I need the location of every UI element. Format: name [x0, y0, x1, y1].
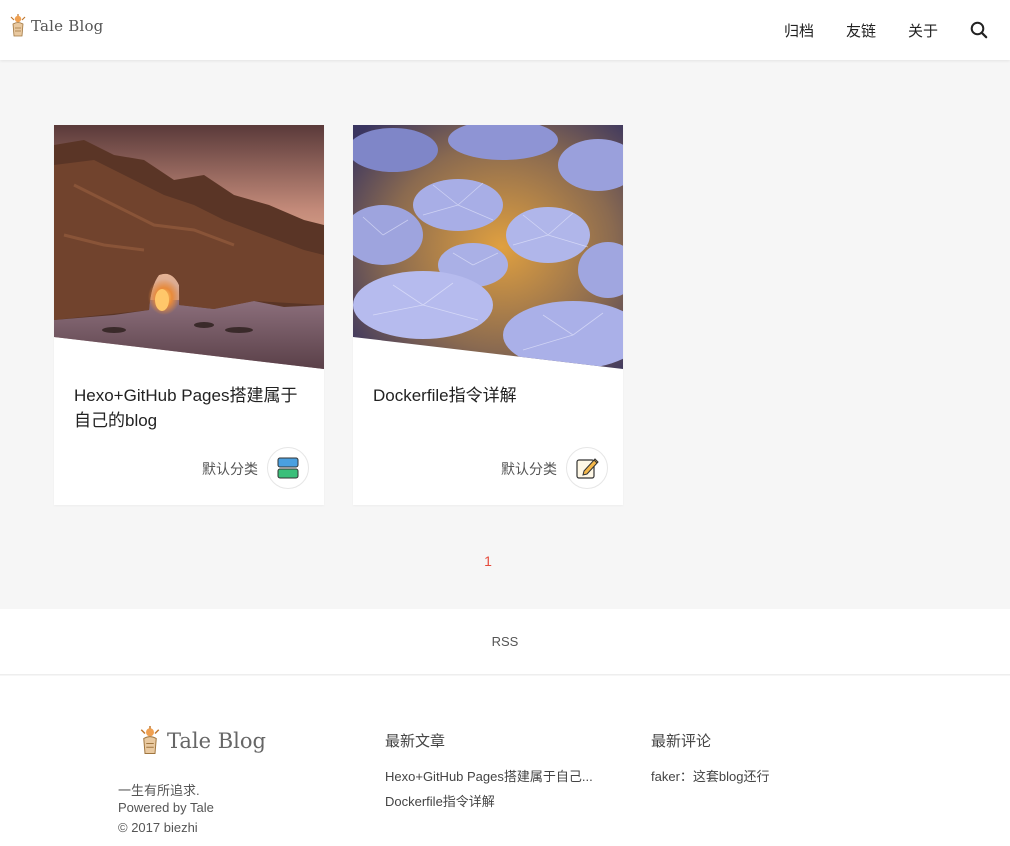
post-category[interactable]: 默认分类 [202, 459, 258, 479]
recent-comment-link[interactable]: faker：这套blog还行 [651, 766, 769, 785]
post-card: Hexo+GitHub Pages搭建属于自己的blog 默认分类 [54, 125, 324, 505]
site-logo[interactable]: Tale Blog [8, 14, 103, 38]
tale-logo-icon [10, 14, 26, 37]
rss-bar: RSS [0, 609, 1010, 675]
recent-post-link[interactable]: Hexo+GitHub Pages搭建属于自己... [385, 766, 593, 785]
rss-link[interactable]: RSS [0, 634, 1010, 649]
recent-comments-heading: 最新评论 [651, 733, 712, 750]
edit-note-icon [576, 458, 599, 479]
footer-copyright: © 2017 biezhi [118, 820, 198, 835]
tale-logo-icon [140, 726, 160, 754]
site-header: Tale Blog 归档 友链 关于 [0, 0, 1010, 60]
stacked-cards-icon [277, 457, 299, 479]
recent-posts-heading: 最新文章 [385, 733, 446, 750]
category-badge[interactable] [267, 447, 309, 489]
footer-logo[interactable]: Tale Blog [137, 726, 266, 756]
post-title[interactable]: Hexo+GitHub Pages搭建属于自己的blog [74, 383, 309, 433]
post-title[interactable]: Dockerfile指令详解 [373, 383, 608, 408]
post-thumbnail[interactable] [353, 125, 623, 369]
footer-powered-by: Powered by Tale [118, 800, 214, 815]
nav-links[interactable]: 友链 [846, 20, 876, 41]
footer-tagline: 一生有所追求. [118, 783, 200, 798]
post-card: Dockerfile指令详解 默认分类 [353, 125, 623, 505]
search-icon[interactable] [970, 21, 988, 39]
nav-archive[interactable]: 归档 [784, 20, 814, 41]
footer-logo-text: Tale Blog [167, 729, 266, 753]
pagination-current-page[interactable]: 1 [478, 553, 498, 569]
nav-about[interactable]: 关于 [908, 20, 938, 41]
post-category[interactable]: 默认分类 [501, 459, 557, 479]
recent-post-link[interactable]: Dockerfile指令详解 [385, 791, 495, 810]
logo-text: Tale Blog [31, 17, 104, 35]
main-nav: 归档 友链 关于 [752, 0, 988, 60]
site-footer: Tale Blog 一生有所追求. Powered by Tale © 2017… [0, 676, 1010, 846]
category-badge[interactable] [566, 447, 608, 489]
post-thumbnail[interactable] [54, 125, 324, 369]
